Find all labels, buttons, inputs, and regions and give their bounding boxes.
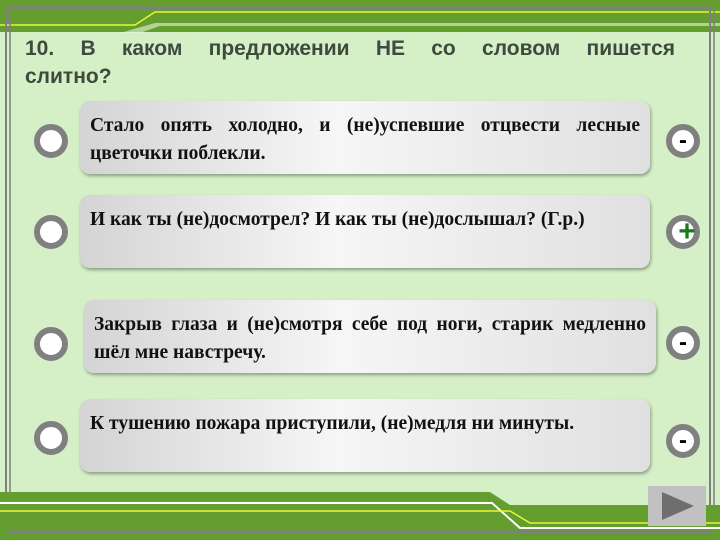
- question-title: 10. В каком предложении НЕ со словом пиш…: [25, 37, 675, 88]
- answer-text-3: Закрыв глаза и (не)смотря себе под ноги,…: [94, 314, 646, 363]
- answer-mark-1[interactable]: -: [666, 124, 700, 158]
- play-triangle-icon: [662, 492, 694, 520]
- answer-mark-3[interactable]: -: [666, 326, 700, 360]
- minus-icon: -: [679, 427, 687, 454]
- answer-option-1[interactable]: Стало опять холодно, и (не)успевшие отцв…: [80, 101, 650, 174]
- next-slide-button[interactable]: [648, 486, 706, 526]
- top-banner: [0, 0, 720, 32]
- minus-icon: -: [679, 329, 687, 356]
- answer-radio-2[interactable]: [34, 215, 68, 249]
- answer-radio-1[interactable]: [34, 124, 68, 158]
- answer-option-2[interactable]: И как ты (не)досмотрел? И как ты (не)дос…: [80, 195, 650, 268]
- answer-text-4: К тушению пожара приступили, (не)медля н…: [90, 413, 575, 434]
- answer-radio-4[interactable]: [34, 421, 68, 455]
- minus-icon: -: [679, 127, 687, 154]
- answer-text-2: И как ты (не)досмотрел? И как ты (не)дос…: [90, 209, 585, 230]
- answer-text-1: Стало опять холодно, и (не)успевшие отцв…: [90, 115, 640, 164]
- plus-icon: +: [678, 215, 696, 248]
- answer-option-4[interactable]: К тушению пожара приступили, (не)медля н…: [80, 399, 650, 472]
- answer-radio-3[interactable]: [34, 327, 68, 361]
- answer-option-3[interactable]: Закрыв глаза и (не)смотря себе под ноги,…: [84, 300, 656, 373]
- answer-mark-4[interactable]: -: [666, 424, 700, 458]
- answer-mark-2[interactable]: +: [666, 215, 700, 249]
